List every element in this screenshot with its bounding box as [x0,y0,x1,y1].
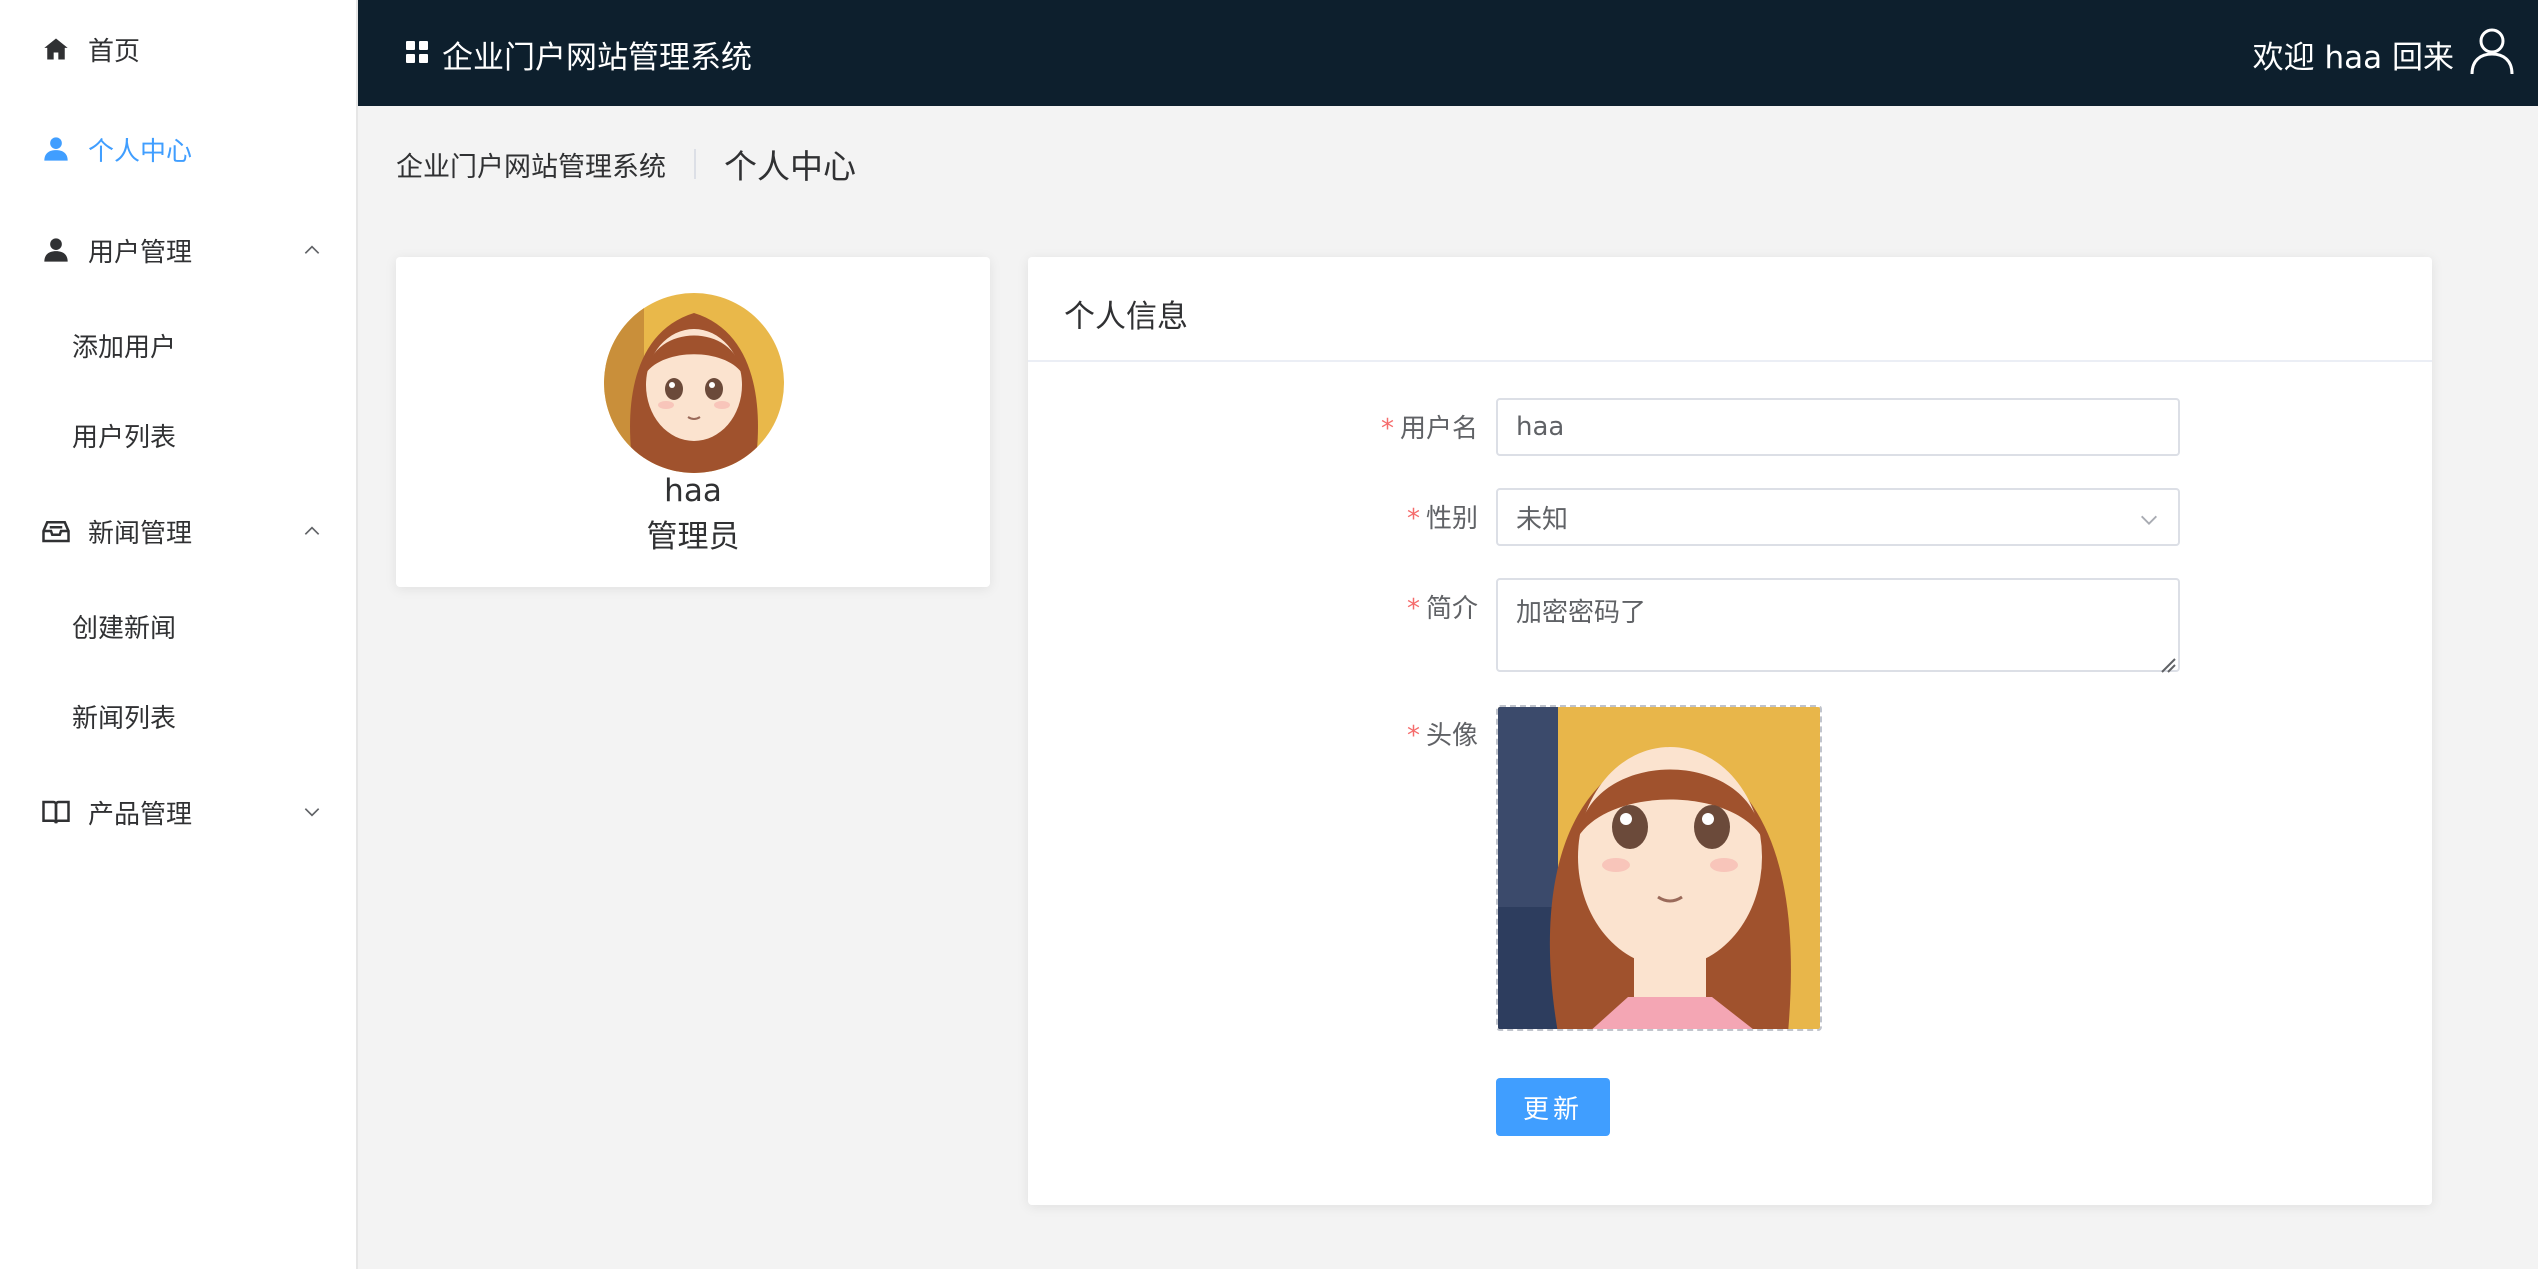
sidebar-item-label: 用户管理 [88,237,193,268]
sidebar-item-home[interactable]: 首页 [0,4,356,94]
gender-label-text: 性别 [1425,504,1478,534]
sidebar-item-add-user[interactable]: 添加用户 [0,300,356,390]
update-button[interactable]: 更新 [1496,1078,1610,1136]
sidebar-item-label: 个人中心 [88,136,193,167]
sidebar-item-profile[interactable]: 个人中心 [0,104,356,194]
user-icon [40,234,72,266]
app-title: 企业门户网站管理系统 [442,40,752,76]
intro-value: 加密密码了 [1516,598,1647,628]
intro-label-text: 简介 [1425,594,1478,624]
required-mark: * [1380,414,1394,444]
user-icon [40,133,72,165]
username-label-text: 用户名 [1399,414,1478,444]
sidebar-item-product-management[interactable]: 产品管理 [0,767,356,857]
inbox-icon [40,515,72,547]
gender-select[interactable]: 未知 [1496,488,2180,546]
required-mark: * [1406,721,1420,751]
chevron-up-icon [300,519,324,543]
chevron-down-icon [2138,508,2160,530]
username-input[interactable]: haa [1496,398,2180,456]
gender-label: * 性别 [1278,498,1478,535]
card-header: 个人信息 [1028,257,2432,362]
sidebar-item-label: 首页 [88,36,141,67]
required-mark: * [1406,504,1420,534]
sidebar-item-label: 产品管理 [88,799,193,830]
sidebar-item-user-list[interactable]: 用户列表 [0,390,356,480]
profile-name: haa [664,473,722,509]
user-avatar-icon[interactable] [2468,26,2516,76]
breadcrumb: 企业门户网站管理系统 个人中心 [396,142,856,186]
sidebar-item-label: 添加用户 [72,332,177,363]
sidebar-item-create-news[interactable]: 创建新闻 [0,581,356,671]
breadcrumb-current: 个人中心 [724,147,856,186]
gender-value: 未知 [1516,504,1569,535]
username-value: haa [1516,412,1565,442]
sidebar-item-label: 创建新闻 [72,613,177,644]
grid-icon [406,41,428,63]
intro-textarea[interactable]: 加密密码了 [1496,578,2180,673]
breadcrumb-divider [694,149,696,179]
profile-role: 管理员 [646,519,740,555]
avatar-label: * 头像 [1278,715,1478,752]
breadcrumb-root[interactable]: 企业门户网站管理系统 [396,145,666,184]
avatar-upload[interactable] [1496,705,1822,1031]
intro-label: * 简介 [1278,588,1478,625]
resize-handle-icon[interactable] [2158,650,2176,673]
avatar-preview-image [1498,707,1820,1029]
sidebar-item-label: 新闻列表 [72,703,177,734]
avatar-label-text: 头像 [1425,721,1478,751]
profile-card: haa 管理员 [396,257,990,587]
chevron-down-icon [300,800,324,824]
chevron-up-icon [300,238,324,262]
sidebar-item-news-list[interactable]: 新闻列表 [0,671,356,761]
sidebar-item-news-management[interactable]: 新闻管理 [0,486,356,576]
top-header: 企业门户网站管理系统 欢迎 haa 回来 [358,0,2538,106]
sidebar: 首页 个人中心 用户管理 添加用户 用户列表 新闻管理 创建新闻 新闻列表 产品… [0,0,358,1269]
card-title: 个人信息 [1064,299,1188,335]
profile-avatar [604,293,784,473]
welcome-text: 欢迎 haa 回来 [2252,40,2454,76]
sidebar-item-label: 用户列表 [72,422,177,453]
required-mark: * [1406,594,1420,624]
sidebar-item-user-management[interactable]: 用户管理 [0,205,356,295]
sidebar-item-label: 新闻管理 [88,518,193,549]
username-label: * 用户名 [1278,408,1478,445]
personal-info-card: 个人信息 * 用户名 haa * 性别 未知 * 简介 加密密码了 * 头像 更… [1028,257,2432,1205]
home-icon [40,33,72,65]
book-icon [40,796,72,828]
